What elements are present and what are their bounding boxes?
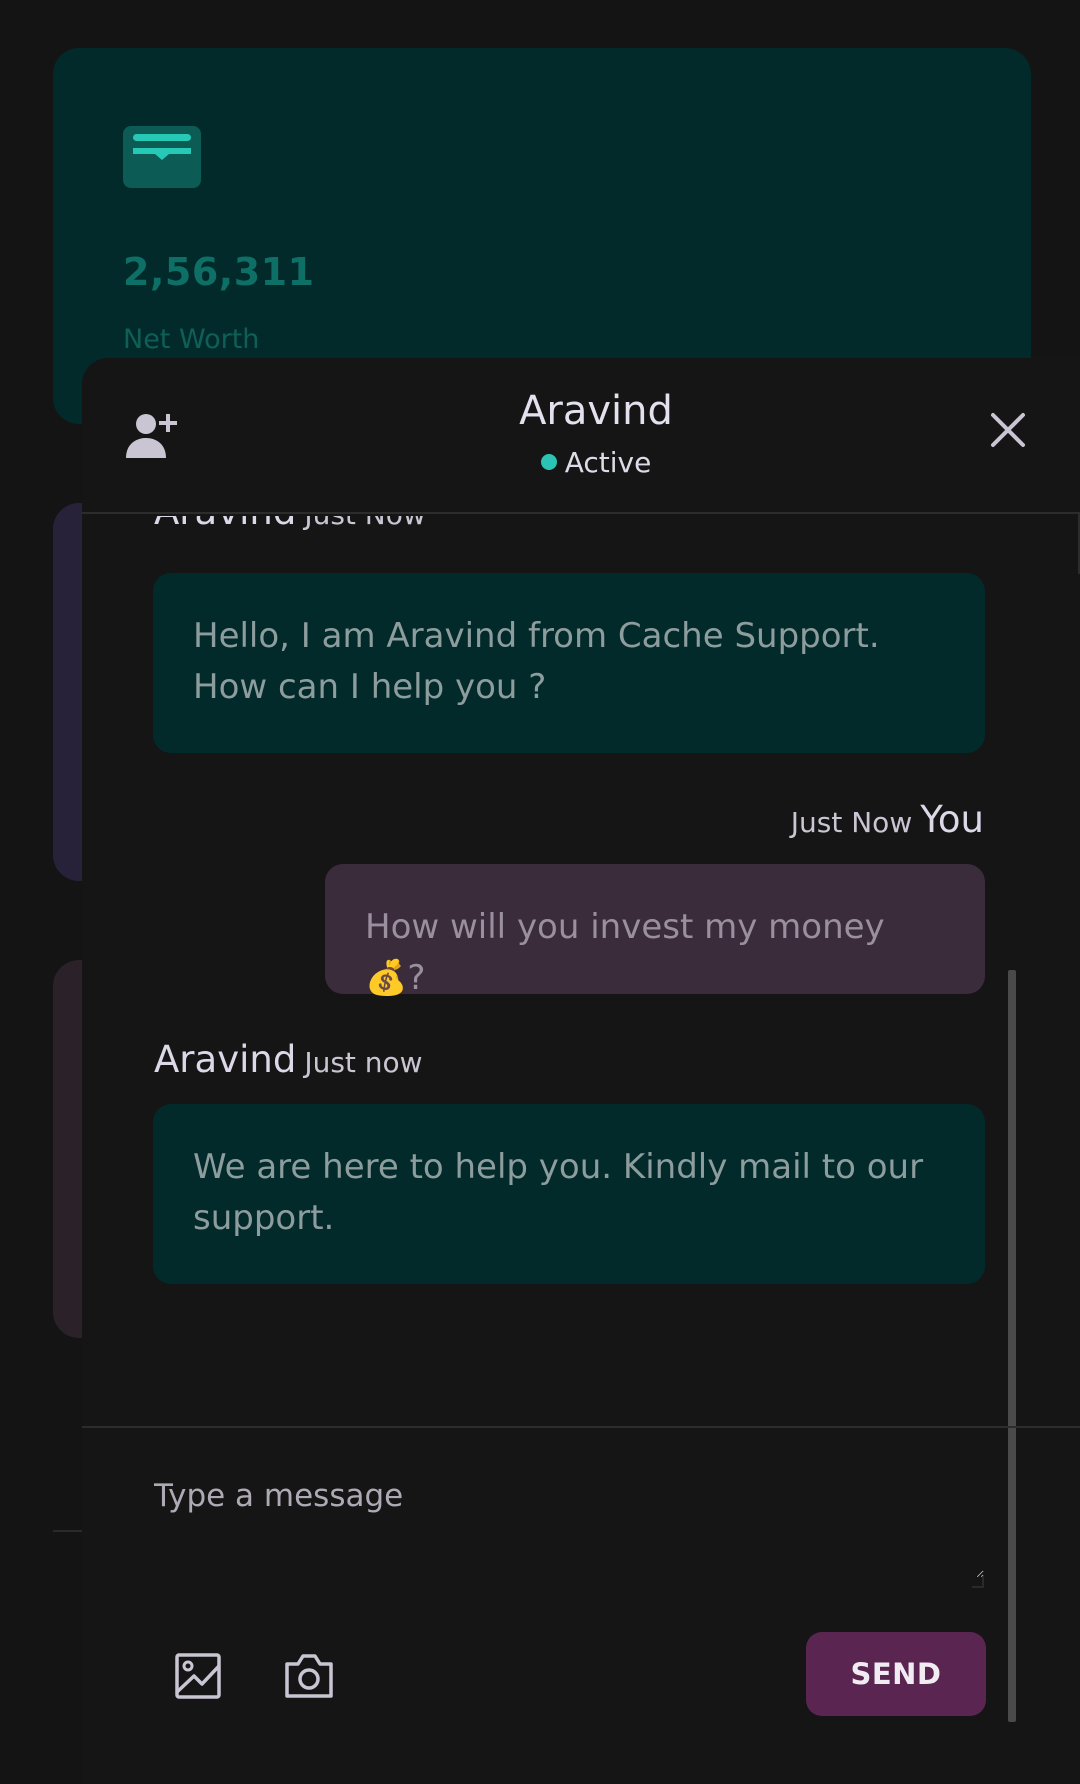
- chat-panel: Aravind Active Aravind Just Now Hello, I …: [82, 358, 1080, 1784]
- resize-handle[interactable]: [972, 1576, 984, 1588]
- status-text: Active: [564, 446, 652, 479]
- outgoing-message-bubble: How will you invest my money 💰?: [325, 864, 985, 998]
- net-worth-label: Net Worth: [123, 324, 260, 355]
- message-text-line: We are here to help you. Kindly mail to …: [193, 1147, 924, 1187]
- message-time: Just now: [304, 1046, 423, 1079]
- message-text-line: support.: [193, 1198, 335, 1238]
- status-dot-icon: [540, 454, 557, 470]
- message-text-line: Hello, I am Aravind from Cache Support.: [193, 616, 880, 656]
- message-time: Just Now: [304, 516, 425, 531]
- sender-name: Aravind: [154, 1038, 297, 1081]
- wallet-icon: [123, 126, 201, 188]
- incoming-message-bubble: Hello, I am Aravind from Cache Support. …: [153, 573, 985, 753]
- divider: [82, 1426, 1080, 1428]
- incoming-message-bubble: We are here to help you. Kindly mail to …: [153, 1104, 985, 1284]
- message-sender-line: Just Now You: [791, 798, 984, 841]
- message-input[interactable]: [154, 1478, 984, 1578]
- send-button[interactable]: SEND: [806, 1632, 986, 1716]
- status-indicator: Active: [82, 446, 1080, 479]
- app-screen: 2,56,311 Net Worth Aravind Active Hello,…: [0, 0, 1080, 1784]
- close-icon[interactable]: [988, 410, 1028, 450]
- message-time: Just Now: [790, 806, 913, 839]
- chat-header: Aravind Active: [82, 358, 1080, 514]
- contact-name: Aravind: [519, 388, 673, 434]
- message-text-line: How can I help you ?: [193, 667, 547, 707]
- sender-name: You: [920, 798, 984, 841]
- net-worth-value: 2,56,311: [123, 250, 315, 294]
- message-sender-line: Aravind Just Now: [154, 516, 426, 533]
- message-sender-line: Aravind Just now: [154, 1038, 423, 1081]
- message-scrollbar[interactable]: [1008, 970, 1016, 1722]
- camera-icon[interactable]: [283, 1652, 335, 1700]
- image-icon[interactable]: [174, 1652, 222, 1700]
- sender-name: Aravind: [154, 516, 296, 533]
- message-text: How will you invest my money 💰?: [365, 907, 885, 998]
